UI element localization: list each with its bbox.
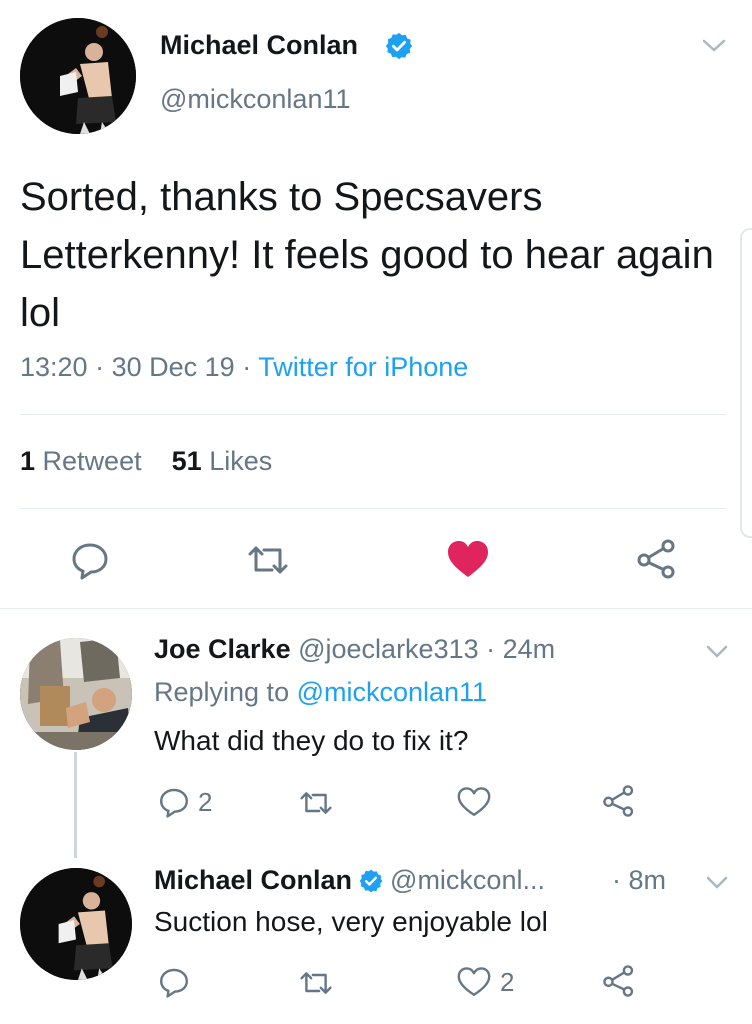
- likes-stat[interactable]: 51 Likes: [172, 446, 273, 476]
- retweet-label: Retweet: [42, 446, 142, 476]
- reply-author-handle[interactable]: @mickconl...: [390, 865, 545, 896]
- like-count: 51: [171, 446, 202, 476]
- retweet-icon: [300, 792, 332, 814]
- tweet-text: Sorted, thanks to Specsavers Letterkenny…: [20, 175, 714, 335]
- meta-separator: ·: [242, 352, 252, 382]
- divider: [20, 508, 726, 509]
- reply-header: Joe Clarke @joeclarke313 · 24m: [154, 634, 555, 665]
- replying-to: Replying to @mickconlan11: [154, 677, 487, 708]
- like-icon: [457, 967, 491, 996]
- share-icon: [603, 965, 634, 997]
- like-button[interactable]: 2: [456, 966, 514, 998]
- reply-header: Michael Conlan @mickconl...: [154, 865, 545, 896]
- tweet-meta: 13:20 · 30 Dec 19 · Twitter for iPhone: [20, 352, 468, 383]
- retweet-button[interactable]: [298, 967, 334, 999]
- retweet-count: 1: [20, 446, 36, 476]
- scrollbar[interactable]: [740, 228, 752, 538]
- retweet-button[interactable]: [298, 787, 334, 819]
- tweet-stats: 1 Retweet 51 Likes: [20, 446, 272, 477]
- retweet-icon: [300, 972, 332, 994]
- divider: [20, 414, 726, 415]
- reply-timestamp[interactable]: · 24m: [486, 634, 555, 664]
- reply-avatar[interactable]: [20, 638, 132, 750]
- like-icon: [448, 541, 488, 577]
- share-icon: [603, 785, 634, 817]
- reply-author-name[interactable]: Joe Clarke: [154, 634, 291, 664]
- like-label: Likes: [209, 446, 273, 476]
- reply-text: Suction hose, very enjoyable lol: [154, 906, 548, 937]
- like-button[interactable]: [446, 539, 490, 579]
- tweet-date[interactable]: 30 Dec 19: [112, 352, 235, 382]
- author-name[interactable]: Michael Conlan: [160, 30, 358, 61]
- verified-badge-icon: [358, 868, 384, 894]
- share-icon: [637, 539, 675, 579]
- like-icon: [457, 787, 491, 816]
- chevron-down-icon[interactable]: [704, 643, 730, 666]
- share-button[interactable]: [602, 964, 636, 998]
- retweet-icon: [248, 546, 288, 574]
- verified-badge-icon: [384, 31, 414, 66]
- reply-button[interactable]: [70, 540, 110, 580]
- reply-author-handle[interactable]: @joeclarke313: [298, 634, 479, 664]
- retweets-stat[interactable]: 1 Retweet: [20, 446, 142, 476]
- share-button[interactable]: [602, 784, 636, 818]
- tweet-time[interactable]: 13:20: [20, 352, 88, 382]
- replying-to-handle[interactable]: @mickconlan11: [297, 677, 488, 707]
- reply-author-name[interactable]: Michael Conlan: [154, 865, 352, 896]
- thread-line: [74, 752, 77, 858]
- author-handle[interactable]: @mickconlan11: [160, 84, 351, 115]
- reply-button[interactable]: 2: [158, 786, 212, 818]
- meta-separator: ·: [95, 352, 105, 382]
- reply-icon: [160, 788, 188, 818]
- share-button[interactable]: [636, 538, 678, 580]
- reply-icon: [160, 968, 188, 998]
- like-button[interactable]: [456, 786, 492, 818]
- chevron-down-icon[interactable]: [704, 874, 730, 897]
- author-avatar[interactable]: [20, 18, 136, 134]
- chevron-down-icon[interactable]: [700, 36, 728, 61]
- reply-avatar[interactable]: [20, 868, 132, 980]
- replying-to-prefix: Replying to: [154, 677, 290, 707]
- reply-button[interactable]: [158, 966, 190, 998]
- retweet-button[interactable]: [246, 540, 290, 580]
- reply-count: 2: [198, 786, 213, 817]
- divider: [0, 608, 752, 609]
- reply-timestamp[interactable]: · 8m: [612, 865, 666, 896]
- reply-text: What did they do to fix it?: [154, 725, 469, 756]
- reply-icon: [72, 543, 108, 580]
- tweet-source-link[interactable]: Twitter for iPhone: [258, 352, 468, 382]
- like-count: 2: [500, 966, 515, 997]
